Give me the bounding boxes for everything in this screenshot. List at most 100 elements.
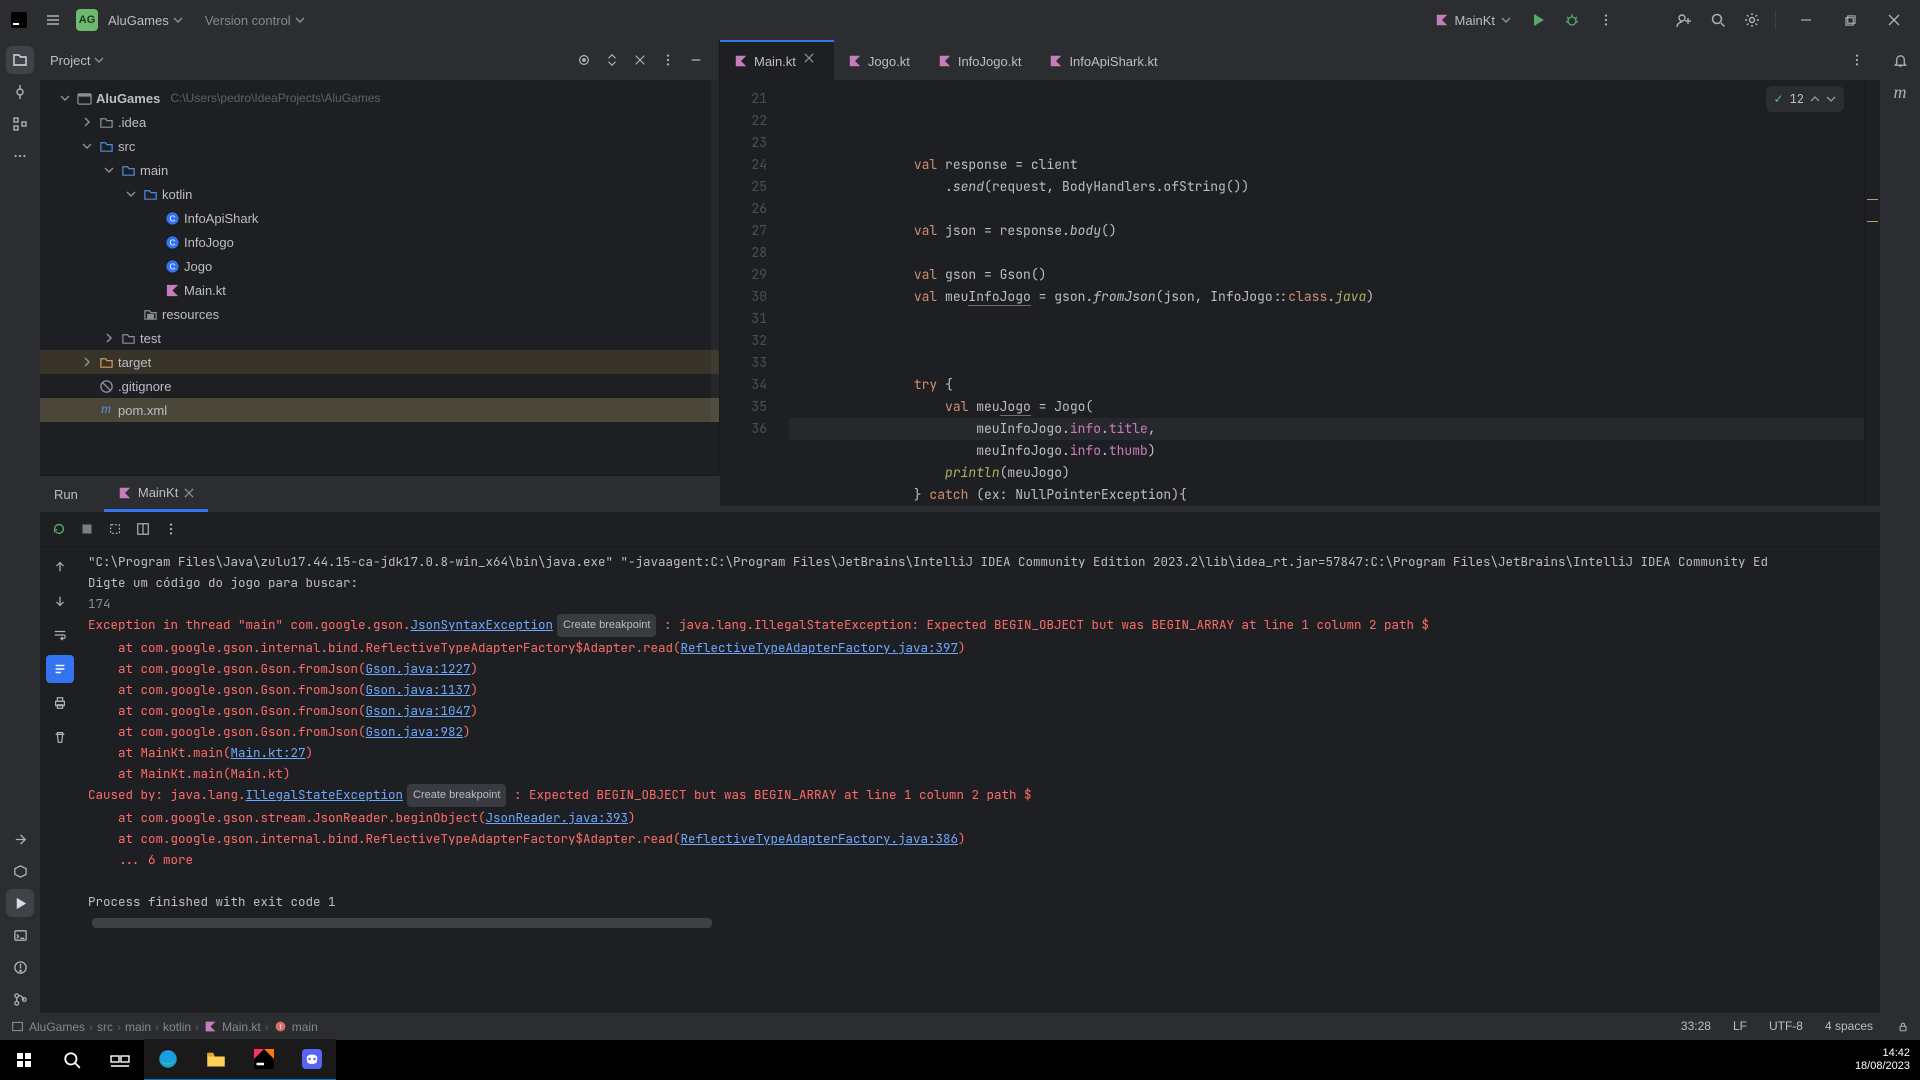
run-config-tab[interactable]: MainKt (104, 476, 208, 512)
taskbar-search-icon[interactable] (48, 1040, 96, 1080)
close-icon[interactable] (184, 488, 194, 498)
tree-row[interactable]: main (40, 158, 719, 182)
tree-row[interactable]: mpom.xml (40, 398, 719, 422)
project-tree[interactable]: AluGamesC:\Users\pedro\IdeaProjects\AluG… (40, 80, 719, 422)
stop-icon[interactable] (74, 516, 100, 542)
task-view-icon[interactable] (96, 1040, 144, 1080)
editor-minimap[interactable] (1864, 80, 1880, 506)
editor-tab[interactable]: InfoApiShark.kt (1035, 40, 1171, 80)
print-icon[interactable] (46, 689, 74, 717)
panel-options-icon[interactable] (655, 47, 681, 73)
expand-all-icon[interactable] (599, 47, 625, 73)
taskbar-discord-icon[interactable] (288, 1039, 336, 1080)
notifications-icon[interactable] (1886, 46, 1914, 74)
breadcrumb-item[interactable]: main (125, 1020, 151, 1034)
tree-twisty-icon[interactable] (124, 307, 138, 321)
problems-tool-icon[interactable] (6, 953, 34, 981)
maven-tool-icon[interactable]: m (1886, 78, 1914, 106)
tree-twisty-icon[interactable] (80, 139, 94, 153)
start-button[interactable] (0, 1040, 48, 1080)
run-config-selector[interactable]: MainKt (1427, 9, 1519, 32)
code-with-me-icon[interactable] (1669, 5, 1699, 35)
breadcrumb-item[interactable]: AluGames (29, 1020, 85, 1034)
tree-twisty-icon[interactable] (80, 379, 94, 393)
more-tools-icon[interactable] (6, 142, 34, 170)
settings-icon[interactable] (1737, 5, 1767, 35)
tree-twisty-icon[interactable] (102, 331, 116, 345)
inspection-widget[interactable]: ✓ 12 (1766, 86, 1844, 112)
tree-twisty-icon[interactable] (146, 283, 160, 297)
project-tool-icon[interactable] (6, 46, 34, 74)
tree-row[interactable]: resources (40, 302, 719, 326)
taskbar-explorer-icon[interactable] (192, 1039, 240, 1080)
tree-twisty-icon[interactable] (102, 163, 116, 177)
tree-row[interactable]: target (40, 350, 719, 374)
main-menu-icon[interactable] (38, 5, 68, 35)
more-actions-icon[interactable] (1591, 5, 1621, 35)
tree-twisty-icon[interactable] (146, 235, 160, 249)
search-icon[interactable] (1703, 5, 1733, 35)
tree-row[interactable]: .gitignore (40, 374, 719, 398)
window-maximize-button[interactable] (1828, 0, 1872, 40)
version-control-dropdown[interactable]: Version control (205, 13, 305, 28)
breadcrumb-item[interactable]: main (292, 1020, 318, 1034)
close-icon[interactable] (804, 53, 820, 69)
scroll-down-icon[interactable] (46, 587, 74, 615)
window-minimize-button[interactable] (1784, 0, 1828, 40)
collapse-all-icon[interactable] (627, 47, 653, 73)
run-button[interactable] (1523, 5, 1553, 35)
structure-tool-icon[interactable] (6, 110, 34, 138)
tree-row[interactable]: CInfoJogo (40, 230, 719, 254)
editor-tab[interactable]: Jogo.kt (834, 40, 924, 80)
line-separator[interactable]: LF (1733, 1019, 1747, 1034)
debug-button[interactable] (1557, 5, 1587, 35)
create-breakpoint-badge[interactable]: Create breakpoint (407, 784, 506, 807)
tree-row[interactable]: CJogo (40, 254, 719, 278)
editor-tab[interactable]: Main.kt (720, 40, 834, 80)
tree-twisty-icon[interactable] (80, 355, 94, 369)
taskbar-intellij-icon[interactable] (240, 1039, 288, 1080)
git-tool-icon[interactable] (6, 985, 34, 1013)
readonly-icon[interactable] (1895, 1019, 1910, 1034)
editor[interactable]: 21222324252627282930313233343536 ✓ 12 va… (720, 80, 1880, 506)
run-console[interactable]: "C:\Program Files\Java\zulu17.44.15-ca-j… (80, 547, 1880, 1013)
window-close-button[interactable] (1872, 0, 1916, 40)
ide-logo-icon[interactable] (4, 5, 34, 35)
tab-options-icon[interactable] (1842, 45, 1872, 75)
soft-wrap-icon[interactable] (46, 621, 74, 649)
tree-twisty-icon[interactable] (146, 259, 160, 273)
breadcrumb-item[interactable]: kotlin (163, 1020, 191, 1034)
tree-row[interactable]: .idea (40, 110, 719, 134)
tree-row[interactable]: kotlin (40, 182, 719, 206)
commit-tool-icon[interactable] (6, 78, 34, 106)
bookmarks-tool-icon[interactable] (6, 825, 34, 853)
rerun-icon[interactable] (46, 516, 72, 542)
scroll-up-icon[interactable] (46, 553, 74, 581)
file-encoding[interactable]: UTF-8 (1769, 1019, 1803, 1034)
create-breakpoint-badge[interactable]: Create breakpoint (557, 614, 656, 637)
scroll-to-end-icon[interactable] (46, 655, 74, 683)
horizontal-scrollbar[interactable] (92, 918, 712, 928)
project-name-dropdown[interactable]: AluGames (108, 13, 183, 28)
tree-twisty-icon[interactable] (80, 115, 94, 129)
run-tab[interactable]: Run (40, 476, 92, 512)
hide-panel-icon[interactable] (683, 47, 709, 73)
attach-icon[interactable] (102, 516, 128, 542)
indent-status[interactable]: 4 spaces (1825, 1019, 1873, 1034)
tree-row[interactable]: Main.kt (40, 278, 719, 302)
editor-tab[interactable]: InfoJogo.kt (924, 40, 1036, 80)
taskbar-clock[interactable]: 14:42 18/08/2023 (1845, 1047, 1920, 1073)
services-tool-icon[interactable] (6, 857, 34, 885)
editor-code[interactable]: ✓ 12 val response = client .send(request… (775, 80, 1864, 506)
project-panel-title[interactable]: Project (50, 53, 104, 68)
tree-row[interactable]: AluGamesC:\Users\pedro\IdeaProjects\AluG… (40, 86, 719, 110)
caret-position[interactable]: 33:28 (1681, 1019, 1711, 1034)
clear-icon[interactable] (46, 723, 74, 751)
tree-row[interactable]: src (40, 134, 719, 158)
select-opened-file-icon[interactable] (571, 47, 597, 73)
run-tool-icon[interactable] (6, 889, 34, 917)
taskbar-edge-icon[interactable] (144, 1039, 192, 1080)
tree-twisty-icon[interactable] (58, 91, 72, 105)
breadcrumbs[interactable]: AluGames›src›main›kotlin›Main.kt›fmain (10, 1019, 318, 1034)
breadcrumb-item[interactable]: Main.kt (222, 1020, 261, 1034)
